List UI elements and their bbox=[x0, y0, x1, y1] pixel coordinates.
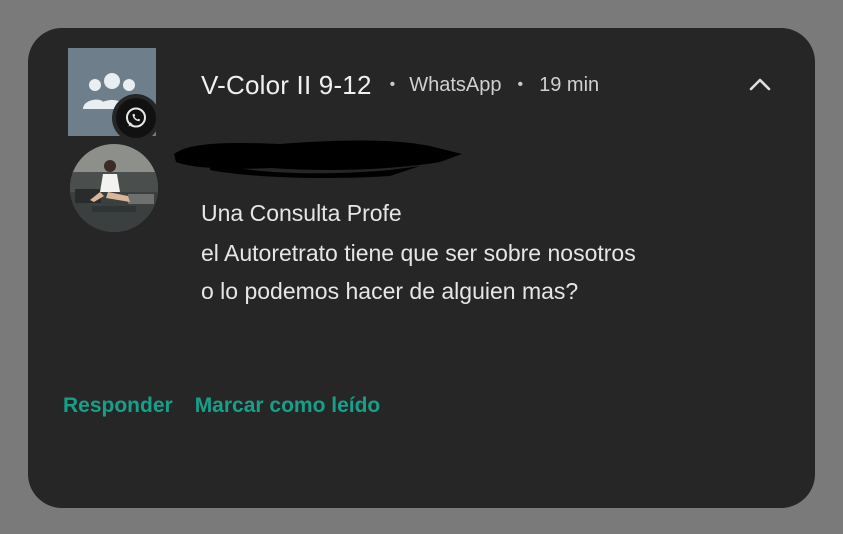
timestamp: 19 min bbox=[539, 73, 600, 96]
whatsapp-icon bbox=[126, 107, 146, 128]
mark-as-read-button[interactable]: Marcar como leído bbox=[195, 394, 381, 418]
message-line: o lo podemos hacer de alguien mas? bbox=[201, 278, 579, 304]
separator-dot: • bbox=[389, 76, 396, 93]
reply-button[interactable]: Responder bbox=[63, 394, 173, 418]
message-line: el Autoretrato tiene que ser sobre nosot… bbox=[201, 240, 636, 266]
avatar bbox=[70, 144, 158, 232]
redacted-sender-name bbox=[174, 140, 462, 178]
whatsapp-badge bbox=[112, 94, 160, 142]
notification-header: V-Color II 9-12 • WhatsApp • 19 min bbox=[201, 68, 599, 102]
message-line: Una Consulta Profe bbox=[201, 200, 402, 226]
notification-title: V-Color II 9-12 bbox=[201, 69, 372, 100]
chevron-up-icon[interactable] bbox=[746, 70, 774, 98]
notification-card[interactable]: V-Color II 9-12 • WhatsApp • 19 min Una … bbox=[28, 28, 815, 508]
notification-actions: Responder Marcar como leído bbox=[63, 394, 380, 418]
separator-dot: • bbox=[517, 76, 524, 93]
app-name: WhatsApp bbox=[409, 73, 502, 96]
